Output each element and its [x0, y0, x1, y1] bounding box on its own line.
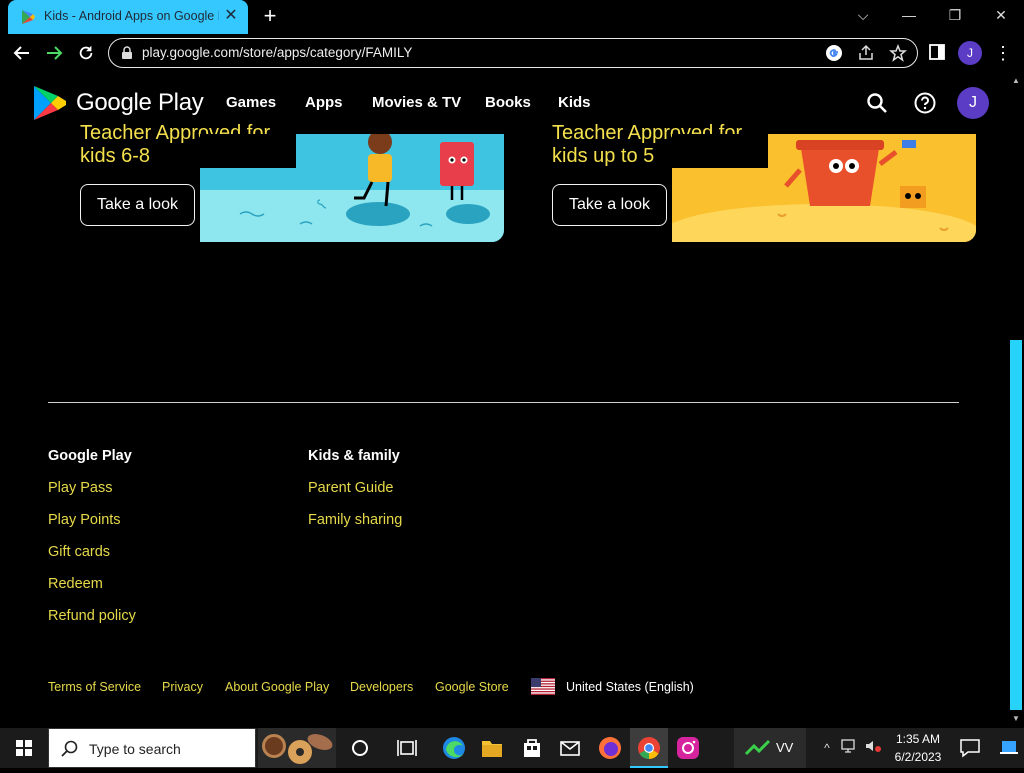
desktop-preview-icon: [1000, 741, 1018, 754]
scroll-up-arrow-icon[interactable]: ▲: [1011, 76, 1021, 86]
reload-button[interactable]: [74, 41, 98, 65]
mail-icon[interactable]: [552, 728, 588, 768]
footer-link-refund-policy[interactable]: Refund policy: [48, 608, 136, 624]
back-button[interactable]: [10, 41, 34, 65]
footer-link-family-sharing[interactable]: Family sharing: [308, 512, 402, 528]
search-icon[interactable]: [866, 92, 888, 114]
footer-link-privacy[interactable]: Privacy: [162, 680, 203, 694]
nav-books[interactable]: Books: [485, 94, 531, 111]
footer-link-about[interactable]: About Google Play: [225, 680, 329, 694]
bookmark-star-icon[interactable]: [889, 44, 907, 62]
taskbar-clock[interactable]: 1:35 AM 6/2/2023: [888, 730, 948, 766]
scroll-down-arrow-icon[interactable]: ▼: [1011, 714, 1021, 724]
nav-apps[interactable]: Apps: [305, 94, 343, 111]
cortana-icon[interactable]: [342, 728, 378, 768]
footer-link-play-pass[interactable]: Play Pass: [48, 480, 112, 496]
nav-kids[interactable]: Kids: [558, 94, 591, 111]
side-panel-icon[interactable]: [928, 43, 946, 61]
tray-chevron-up-icon[interactable]: ^: [818, 738, 836, 758]
help-icon[interactable]: [914, 92, 936, 114]
clock-date: 6/2/2023: [894, 750, 942, 764]
donut-search-highlight-icon[interactable]: [258, 728, 336, 768]
footer-link-terms[interactable]: Terms of Service: [48, 680, 141, 694]
browser-toolbar: play.google.com/store/apps/category/FAMI…: [0, 34, 1024, 72]
google-play-favicon-icon: [22, 10, 35, 24]
windows-start-icon[interactable]: [0, 728, 48, 768]
minimize-button[interactable]: —: [894, 4, 924, 26]
page-scrollbar[interactable]: ▲ ▼: [1008, 72, 1024, 728]
page-content: Google Play Games Apps Movies & TV Books…: [0, 72, 1008, 728]
take-a-look-button[interactable]: Take a look: [80, 184, 195, 226]
nav-games[interactable]: Games: [226, 94, 276, 111]
take-a-look-button[interactable]: Take a look: [552, 184, 667, 226]
promo-illustration-kids-up-to-5[interactable]: [672, 134, 976, 242]
taskbar-search-placeholder: Type to search: [89, 741, 181, 757]
scrollbar-thumb[interactable]: [1010, 340, 1022, 710]
promo-illustration-kids-6-8[interactable]: [200, 134, 504, 242]
chrome-icon: [638, 737, 660, 759]
account-avatar[interactable]: J: [957, 87, 989, 119]
volume-muted-icon[interactable]: [864, 738, 882, 758]
chrome-taskbar-button[interactable]: [630, 728, 668, 768]
url-text: play.google.com/store/apps/category/FAMI…: [142, 45, 413, 60]
footer-link-google-store[interactable]: Google Store: [435, 680, 509, 694]
us-flag-icon: [531, 678, 555, 695]
clock-time: 1:35 AM: [895, 732, 941, 746]
stock-chart-icon: [744, 739, 771, 756]
edge-icon[interactable]: [436, 728, 472, 768]
microsoft-store-icon[interactable]: [514, 728, 550, 768]
footer-divider: [48, 402, 959, 403]
tab-title: Kids - Android Apps on Google Play: [44, 9, 219, 23]
vv-app-button[interactable]: VV: [734, 728, 806, 768]
task-view-icon[interactable]: [390, 728, 426, 768]
tab-strip: Kids - Android Apps on Google Play ✕ + ⌵…: [0, 0, 1024, 34]
footer-link-gift-cards[interactable]: Gift cards: [48, 544, 110, 560]
google-play-brand[interactable]: Google Play: [76, 89, 204, 117]
locale-selector[interactable]: United States (English): [566, 680, 694, 694]
footer-link-parent-guide[interactable]: Parent Guide: [308, 480, 393, 496]
footer-heading-google-play: Google Play: [48, 448, 132, 464]
show-desktop-button[interactable]: [992, 728, 1024, 768]
address-bar[interactable]: play.google.com/store/apps/category/FAMI…: [108, 38, 918, 68]
footer-link-redeem[interactable]: Redeem: [48, 576, 103, 592]
taskbar-search-box[interactable]: Type to search: [48, 728, 256, 768]
profile-avatar[interactable]: J: [958, 41, 982, 65]
footer-link-developers[interactable]: Developers: [350, 680, 413, 694]
vv-label: VV: [776, 740, 794, 755]
new-tab-button[interactable]: +: [260, 5, 280, 27]
nav-movies-tv[interactable]: Movies & TV: [372, 94, 461, 111]
footer-heading-kids-family: Kids & family: [308, 448, 400, 464]
action-center-icon[interactable]: [952, 728, 988, 768]
promo-card-kids-up-to-5: Teacher Approved for kids up to 5 Take a…: [552, 122, 978, 242]
share-icon[interactable]: [857, 44, 875, 62]
instagram-icon[interactable]: [670, 728, 706, 768]
network-icon[interactable]: [840, 738, 858, 758]
tab-close-icon[interactable]: ✕: [222, 7, 240, 25]
tab-search-chevron-icon[interactable]: ⌵: [848, 4, 878, 26]
browser-menu-icon[interactable]: ⋮: [994, 41, 1012, 65]
firefox-icon[interactable]: [592, 728, 628, 768]
footer-link-play-points[interactable]: Play Points: [48, 512, 121, 528]
google-lens-icon[interactable]: [825, 44, 843, 62]
forward-button[interactable]: [42, 41, 66, 65]
windows-taskbar: Type to search VV ^ 1:35 AM 6/2/2023: [0, 728, 1024, 768]
search-icon: [61, 740, 78, 757]
restore-button[interactable]: ❐: [940, 4, 970, 26]
window-close-button[interactable]: ✕: [986, 4, 1016, 26]
file-explorer-icon[interactable]: [474, 728, 510, 768]
browser-tab[interactable]: Kids - Android Apps on Google Play ✕: [8, 0, 248, 34]
promo-card-kids-6-8: Teacher Approved for kids 6-8 Take a loo…: [80, 122, 506, 242]
lock-icon: [122, 46, 132, 59]
google-play-logo-icon[interactable]: [30, 84, 68, 122]
